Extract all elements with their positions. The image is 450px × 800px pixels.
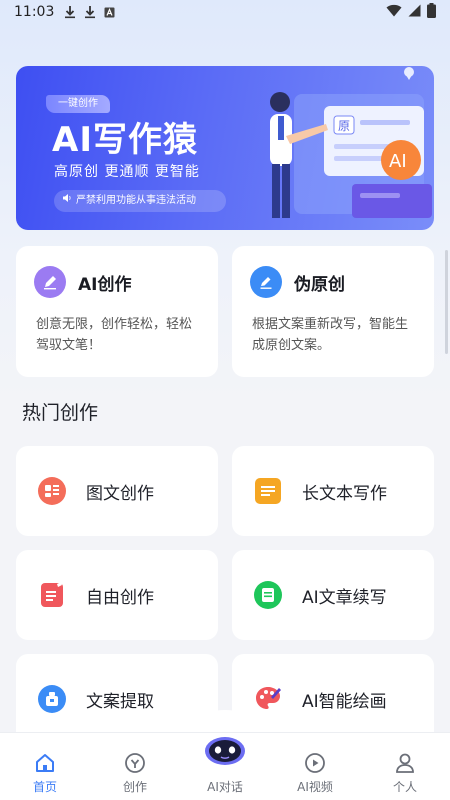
hot-item-label: AI智能绘画	[302, 691, 387, 712]
tab-profile[interactable]: 个人	[360, 733, 450, 800]
banner-tag: 一键创作	[46, 95, 110, 113]
palette-icon	[252, 683, 284, 715]
feature-card-ai-create[interactable]: AI创作 创意无限，创作轻松，轻松驾驭文笔！	[16, 246, 218, 377]
battery-icon	[427, 2, 436, 22]
extract-icon	[36, 683, 68, 715]
hot-item-image-text[interactable]: 图文创作	[16, 446, 218, 536]
user-icon	[393, 751, 417, 775]
free-write-icon	[36, 579, 68, 611]
signal-icon	[408, 4, 421, 21]
tab-label: AI对话	[207, 780, 243, 794]
pen-icon	[34, 266, 66, 298]
tab-create[interactable]: 创作	[90, 733, 180, 800]
video-icon	[303, 751, 327, 775]
scrollbar-thumb[interactable]	[445, 250, 448, 354]
tab-label: 个人	[392, 780, 417, 794]
create-icon	[123, 751, 147, 775]
doc-char: 原	[338, 119, 350, 133]
feature-title: AI创作	[78, 274, 132, 295]
download-icon	[64, 5, 76, 19]
pencil-icon	[250, 266, 282, 298]
hot-item-long-text[interactable]: 长文本写作	[232, 446, 434, 536]
tab-home[interactable]: 首页	[0, 733, 90, 800]
tab-label: AI视频	[297, 780, 333, 794]
feature-card-rewrite[interactable]: 伪原创 根据文案重新改写，智能生成原创文案。	[232, 246, 434, 377]
robot-icon[interactable]	[204, 734, 246, 766]
home-icon	[33, 751, 57, 775]
hot-item-free-write[interactable]: 自由创作	[16, 550, 218, 640]
long-text-icon	[252, 475, 284, 507]
banner-subtitle: 高原创 更通顺 更智能	[54, 164, 200, 180]
banner-notice-text: 严禁利用功能从事违法活动	[76, 195, 196, 206]
hot-item-label: 文案提取	[86, 691, 154, 712]
download-icon	[84, 5, 96, 19]
hot-item-article-continue[interactable]: AI文章续写	[232, 550, 434, 640]
writer-illustration: 原 AI	[270, 92, 432, 218]
wifi-icon	[386, 4, 402, 21]
tab-ai-video[interactable]: AI视频	[270, 733, 360, 800]
hot-item-label: 长文本写作	[302, 483, 387, 504]
tab-label: 创作	[122, 780, 147, 794]
banner-title: AI写作猿	[52, 120, 198, 160]
tab-label: 首页	[32, 780, 57, 794]
article-continue-icon	[252, 579, 284, 611]
ai-badge: AI	[389, 151, 407, 172]
location-pin-icon	[404, 67, 414, 80]
feature-desc: 创意无限，创作轻松，轻松驾驭文笔！	[36, 317, 193, 353]
hot-item-label: 图文创作	[86, 483, 154, 504]
speaker-icon	[62, 190, 72, 212]
feature-title: 伪原创	[294, 274, 345, 295]
status-time: 11:03	[14, 4, 55, 20]
image-text-icon	[36, 475, 68, 507]
feature-desc: 根据文案重新改写，智能生成原创文案。	[252, 317, 409, 353]
status-bar: 11:03	[0, 0, 450, 24]
promo-banner[interactable]: 一键创作 AI写作猿 高原创 更通顺 更智能 严禁利用功能从事违法活动 原 AI	[16, 66, 434, 230]
app-notification-icon	[104, 7, 115, 18]
section-title: 热门创作	[22, 402, 99, 424]
hot-item-label: AI文章续写	[302, 587, 387, 608]
hot-item-label: 自由创作	[86, 587, 154, 608]
banner-notice: 严禁利用功能从事违法活动	[54, 190, 226, 212]
